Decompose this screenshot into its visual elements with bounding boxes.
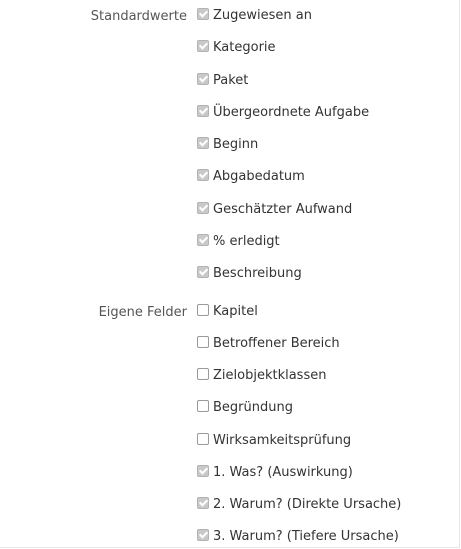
- checkbox-package[interactable]: Paket: [197, 72, 248, 90]
- standard-fields-label: Standardwerte: [90, 9, 187, 24]
- checkbox-affected-area[interactable]: Betroffener Bereich: [197, 335, 340, 353]
- checkbox-label: Beschreibung: [213, 266, 302, 281]
- checkbox-icon[interactable]: [197, 234, 209, 246]
- checkbox-icon[interactable]: [197, 368, 209, 380]
- checkbox-icon[interactable]: [197, 105, 209, 117]
- checkbox-label: Betroffener Bereich: [213, 336, 340, 351]
- checkbox-icon[interactable]: [197, 465, 209, 477]
- checkbox-description[interactable]: Beschreibung: [197, 265, 302, 283]
- checkbox-label: Begründung: [213, 400, 293, 415]
- checkbox-label: Beginn: [213, 137, 259, 152]
- checkbox-icon[interactable]: [197, 336, 209, 348]
- checkbox-label: Wirksamkeitsprüfung: [213, 433, 352, 448]
- checkbox-chapter[interactable]: Kapitel: [197, 303, 258, 321]
- checkbox-label: 1. Was? (Auswirkung): [213, 465, 353, 480]
- checkbox-label: Paket: [213, 73, 249, 88]
- checkbox-icon[interactable]: [197, 202, 209, 214]
- checkbox-label: Zielobjektklassen: [213, 368, 327, 383]
- checkbox-justification[interactable]: Begründung: [197, 399, 293, 417]
- checkbox-icon[interactable]: [197, 497, 209, 509]
- checkbox-icon[interactable]: [197, 137, 209, 149]
- checkbox-icon[interactable]: [197, 169, 209, 181]
- checkbox-label: Kapitel: [213, 304, 258, 319]
- checkbox-icon[interactable]: [197, 304, 209, 316]
- checkbox-assigned-to[interactable]: Zugewiesen an: [197, 7, 312, 25]
- checkbox-percent-done[interactable]: % erledigt: [197, 233, 280, 251]
- checkbox-due-date[interactable]: Abgabedatum: [197, 168, 305, 186]
- checkbox-icon[interactable]: [197, 400, 209, 412]
- custom-fields-label: Eigene Felder: [98, 305, 187, 320]
- checkbox-label: 3. Warum? (Tiefere Ursache): [213, 529, 399, 544]
- checkbox-icon[interactable]: [197, 433, 209, 445]
- checkbox-label: Übergeordnete Aufgabe: [213, 105, 370, 120]
- checkbox-parent-task[interactable]: Übergeordnete Aufgabe: [197, 104, 369, 122]
- checkbox-effectiveness-check[interactable]: Wirksamkeitsprüfung: [197, 432, 351, 450]
- checkbox-label: 2. Warum? (Direkte Ursache): [213, 497, 402, 512]
- checkbox-what-impact[interactable]: 1. Was? (Auswirkung): [197, 464, 353, 482]
- checkbox-icon[interactable]: [197, 73, 209, 85]
- checkbox-why-direct-cause[interactable]: 2. Warum? (Direkte Ursache): [197, 496, 401, 514]
- checkbox-label: Abgabedatum: [213, 169, 305, 184]
- checkbox-icon[interactable]: [197, 8, 209, 20]
- checkbox-icon[interactable]: [197, 529, 209, 541]
- checkbox-estimated-effort[interactable]: Geschätzter Aufwand: [197, 201, 352, 219]
- checkbox-start-date[interactable]: Beginn: [197, 136, 258, 154]
- form-panel: Standardwerte Zugewiesen an Kategorie Pa…: [0, 0, 460, 548]
- checkbox-label: Geschätzter Aufwand: [213, 202, 353, 217]
- checkbox-label: % erledigt: [213, 234, 280, 249]
- checkbox-icon[interactable]: [197, 40, 209, 52]
- checkbox-why-deeper-cause[interactable]: 3. Warum? (Tiefere Ursache): [197, 528, 399, 546]
- checkbox-category[interactable]: Kategorie: [197, 39, 276, 57]
- checkbox-label: Zugewiesen an: [213, 8, 312, 23]
- checkbox-label: Kategorie: [213, 40, 276, 55]
- checkbox-target-object-classes[interactable]: Zielobjektklassen: [197, 367, 326, 385]
- checkbox-icon[interactable]: [197, 266, 209, 278]
